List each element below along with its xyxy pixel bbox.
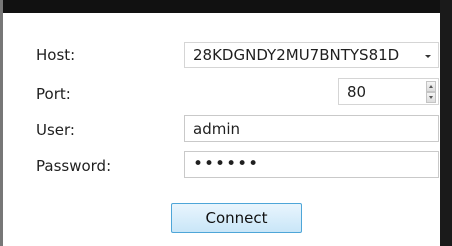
user-value: admin: [193, 120, 240, 138]
arrow-down-icon: [429, 96, 433, 99]
password-label: Password:: [36, 157, 112, 175]
password-value: ••••••: [193, 154, 260, 174]
chevron-down-icon[interactable]: [425, 55, 431, 58]
window-top-border: [0, 0, 452, 13]
host-value: 28KDGNDY2MU7BNTYS81D: [193, 46, 400, 64]
user-input[interactable]: admin: [184, 115, 439, 142]
port-increment-button[interactable]: [426, 81, 436, 92]
user-label: User:: [36, 121, 75, 139]
window-right-border: [440, 0, 452, 246]
port-decrement-button[interactable]: [426, 92, 436, 103]
arrow-up-icon: [429, 85, 433, 88]
port-stepper[interactable]: 80: [338, 78, 439, 105]
port-value: 80: [347, 83, 367, 101]
connect-button[interactable]: Connect: [171, 203, 302, 233]
port-label: Port:: [36, 85, 71, 103]
host-dropdown[interactable]: 28KDGNDY2MU7BNTYS81D: [184, 42, 439, 68]
window-left-border: [0, 0, 3, 246]
host-label: Host:: [36, 46, 76, 64]
connection-dialog: Host: 28KDGNDY2MU7BNTYS81D Port: 80 User…: [0, 0, 452, 246]
password-input[interactable]: ••••••: [184, 151, 439, 178]
